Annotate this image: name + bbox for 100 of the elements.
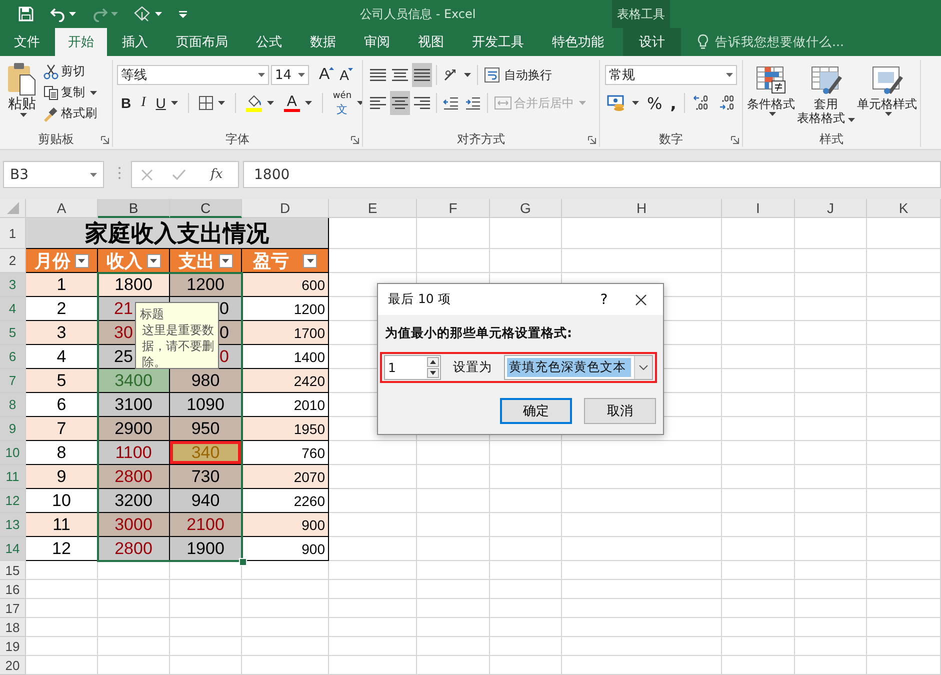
empty-cell[interactable] [795, 441, 867, 465]
row-header[interactable]: 20 [0, 656, 26, 675]
format-as-table-button[interactable]: 套用 表格格式 [796, 62, 856, 127]
empty-cell[interactable] [795, 417, 867, 441]
empty-cell[interactable] [722, 580, 795, 599]
empty-cell[interactable] [242, 618, 329, 637]
empty-cell[interactable] [722, 441, 795, 465]
empty-cell[interactable] [417, 656, 490, 675]
empty-cell[interactable] [490, 656, 562, 675]
column-header[interactable]: E [329, 199, 417, 218]
empty-cell[interactable] [795, 465, 867, 489]
currency-button[interactable] [605, 93, 641, 113]
empty-cell[interactable] [722, 369, 795, 393]
empty-cell[interactable] [329, 656, 417, 675]
empty-cell[interactable] [722, 656, 795, 675]
empty-cell[interactable] [417, 249, 490, 273]
row-header[interactable]: 2 [0, 249, 26, 273]
row-header[interactable]: 12 [0, 489, 26, 513]
empty-cell[interactable] [867, 249, 941, 273]
count-spinner[interactable]: 1 [384, 355, 441, 380]
empty-cell[interactable] [417, 537, 490, 561]
empty-cell[interactable] [795, 537, 867, 561]
empty-cell[interactable] [722, 273, 795, 297]
row-header[interactable]: 9 [0, 417, 26, 441]
shrink-font-button[interactable]: A [338, 66, 352, 84]
empty-cell[interactable] [417, 441, 490, 465]
row-header[interactable]: 15 [0, 561, 26, 580]
empty-cell[interactable] [795, 273, 867, 297]
empty-cell[interactable] [417, 465, 490, 489]
empty-cell[interactable] [867, 417, 941, 441]
grow-font-button[interactable]: A [317, 65, 332, 85]
row-header[interactable]: 17 [0, 599, 26, 618]
italic-button[interactable]: I [139, 94, 148, 112]
paste-button[interactable]: 粘贴 [3, 60, 41, 131]
empty-cell[interactable] [867, 537, 941, 561]
empty-cell[interactable] [329, 561, 417, 580]
empty-cell[interactable] [417, 489, 490, 513]
empty-cell[interactable] [795, 345, 867, 369]
empty-cell[interactable] [417, 580, 490, 599]
ribbon-tab[interactable]: 设计 [623, 28, 681, 56]
empty-cell[interactable] [722, 537, 795, 561]
row-header[interactable]: 5 [0, 321, 26, 345]
empty-cell[interactable] [490, 618, 562, 637]
empty-cell[interactable] [98, 618, 170, 637]
empty-cell[interactable] [490, 249, 562, 273]
empty-cell[interactable] [417, 618, 490, 637]
empty-cell[interactable] [867, 561, 941, 580]
empty-cell[interactable] [867, 489, 941, 513]
increase-indent-button[interactable] [463, 95, 483, 111]
empty-cell[interactable] [722, 417, 795, 441]
ribbon-tab[interactable]: 特色功能 [539, 28, 617, 56]
row-header[interactable]: 4 [0, 297, 26, 321]
empty-cell[interactable] [562, 637, 722, 656]
empty-cell[interactable] [490, 599, 562, 618]
empty-cell[interactable] [867, 656, 941, 675]
number-format-field[interactable]: 常规 [605, 65, 737, 85]
empty-cell[interactable] [867, 441, 941, 465]
ok-button[interactable]: 确定 [500, 398, 572, 424]
empty-cell[interactable] [867, 513, 941, 537]
row-header[interactable]: 18 [0, 618, 26, 637]
empty-cell[interactable] [722, 465, 795, 489]
comma-button[interactable]: , [668, 92, 678, 114]
empty-cell[interactable] [417, 599, 490, 618]
bold-button[interactable]: B [119, 94, 134, 112]
empty-cell[interactable] [170, 656, 242, 675]
empty-cell[interactable] [562, 218, 722, 249]
empty-cell[interactable] [562, 441, 722, 465]
empty-cell[interactable] [867, 345, 941, 369]
empty-cell[interactable] [722, 489, 795, 513]
column-header[interactable]: K [867, 199, 941, 218]
vertical-align-button[interactable] [412, 63, 432, 87]
row-header[interactable]: 10 [0, 441, 26, 465]
empty-cell[interactable] [795, 249, 867, 273]
empty-cell[interactable] [867, 637, 941, 656]
decrease-indent-button[interactable] [441, 95, 461, 111]
empty-cell[interactable] [417, 637, 490, 656]
column-header[interactable]: G [490, 199, 562, 218]
empty-cell[interactable] [562, 537, 722, 561]
empty-cell[interactable] [795, 393, 867, 417]
empty-cell[interactable] [795, 513, 867, 537]
column-header[interactable]: H [562, 199, 722, 218]
row-header[interactable]: 8 [0, 393, 26, 417]
empty-cell[interactable] [329, 580, 417, 599]
row-header[interactable]: 7 [0, 369, 26, 393]
empty-cell[interactable] [242, 637, 329, 656]
underline-button[interactable]: U [154, 94, 180, 112]
row-header[interactable]: 13 [0, 513, 26, 537]
font-size-field[interactable]: 14 [271, 65, 309, 85]
ribbon-tab[interactable]: 开始 [55, 28, 107, 56]
empty-cell[interactable] [867, 369, 941, 393]
empty-cell[interactable] [170, 599, 242, 618]
empty-cell[interactable] [562, 465, 722, 489]
borders-button[interactable] [196, 95, 227, 111]
empty-cell[interactable] [722, 345, 795, 369]
cancel-button[interactable]: 取消 [584, 398, 656, 424]
empty-cell[interactable] [795, 561, 867, 580]
column-header[interactable]: A [26, 199, 98, 218]
empty-cell[interactable] [722, 393, 795, 417]
filter-button[interactable] [303, 254, 317, 268]
empty-cell[interactable] [329, 599, 417, 618]
